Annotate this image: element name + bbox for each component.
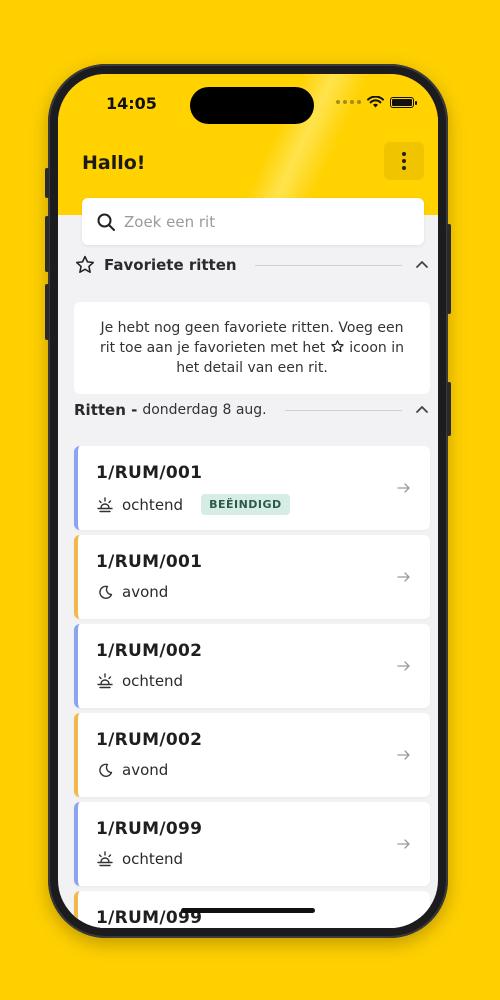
rides-section-header[interactable]: Ritten - donderdag 8 aug. <box>74 398 430 422</box>
favorites-section-header[interactable]: Favoriete ritten <box>74 253 430 277</box>
home-indicator[interactable] <box>181 908 315 913</box>
ride-meta: avond <box>96 583 168 601</box>
status-icons <box>336 96 417 108</box>
rides-title: Ritten - <box>74 401 138 419</box>
ride-period: avond <box>122 583 169 601</box>
more-dots-icon <box>402 152 406 156</box>
arrow-right-icon <box>397 750 410 760</box>
status-time: 14:05 <box>106 94 157 113</box>
ride-meta: ochtend <box>96 850 183 868</box>
ride-period: ochtend <box>122 672 184 690</box>
ride-card[interactable]: 1/RUM/099 ochtend <box>74 802 430 886</box>
signal-dots-icon <box>336 100 361 104</box>
status-badge: BEËINDIGD <box>201 494 290 515</box>
ride-period: ochtend <box>122 850 184 868</box>
chevron-up-icon[interactable] <box>414 402 430 418</box>
favorites-empty-state: Je hebt nog geen favoriete ritten. Voeg … <box>74 302 430 394</box>
search-bar[interactable] <box>82 198 424 245</box>
divider <box>254 264 402 266</box>
ride-period: ochtend <box>122 495 184 514</box>
ride-card[interactable]: 1/RUM/002 avond <box>74 713 430 797</box>
ride-code: 1/RUM/001 <box>96 552 203 572</box>
ride-meta: ochtend BEËINDIGD <box>96 494 290 515</box>
search-input[interactable] <box>124 212 404 231</box>
divider <box>284 409 402 411</box>
ride-card[interactable]: 1/RUM/001 avond <box>74 535 430 619</box>
volume-up-button <box>45 216 49 272</box>
ride-code: 1/RUM/099 <box>96 819 203 839</box>
moon-icon <box>99 763 113 777</box>
arrow-right-icon <box>397 661 410 671</box>
screen: 14:05 Hallo! Favoriete <box>58 74 438 928</box>
ride-code: 1/RUM/002 <box>96 730 203 750</box>
rides-list: 1/RUM/001 ochtend BEËINDIGD 1/RUM/001 av… <box>74 446 430 928</box>
battery-icon <box>390 96 417 108</box>
phone-frame: 14:05 Hallo! Favoriete <box>45 64 451 938</box>
favorites-empty-text: Je hebt nog geen favoriete ritten. Voeg … <box>99 320 405 376</box>
dynamic-island <box>190 87 314 124</box>
favorites-title: Favoriete ritten <box>104 256 237 274</box>
moon-icon <box>99 585 113 599</box>
rides-date: donderdag 8 aug. <box>142 402 267 418</box>
ride-code: 1/RUM/001 <box>96 463 203 483</box>
ride-card[interactable]: 1/RUM/002 ochtend <box>74 624 430 708</box>
star-icon <box>331 340 344 353</box>
greeting-title: Hallo! <box>82 152 146 174</box>
side-button-lower <box>447 382 451 436</box>
ride-code: 1/RUM/002 <box>96 641 203 661</box>
arrow-right-icon <box>397 839 410 849</box>
star-icon <box>75 255 95 274</box>
sunrise-icon <box>97 673 113 689</box>
more-menu-button[interactable] <box>384 142 424 180</box>
action-button <box>45 168 49 198</box>
arrow-right-icon <box>397 572 410 582</box>
chevron-up-icon[interactable] <box>414 257 430 273</box>
ride-meta: avond <box>96 761 168 779</box>
ride-card[interactable]: 1/RUM/001 ochtend BEËINDIGD <box>74 446 430 530</box>
wifi-icon <box>367 96 384 108</box>
sunrise-icon <box>97 851 113 867</box>
ride-meta: ochtend <box>96 672 183 690</box>
volume-down-button <box>45 284 49 340</box>
search-icon <box>97 213 115 231</box>
ride-period: avond <box>122 761 169 779</box>
sunrise-icon <box>97 496 113 512</box>
power-button <box>447 224 451 314</box>
arrow-right-icon <box>397 483 410 493</box>
